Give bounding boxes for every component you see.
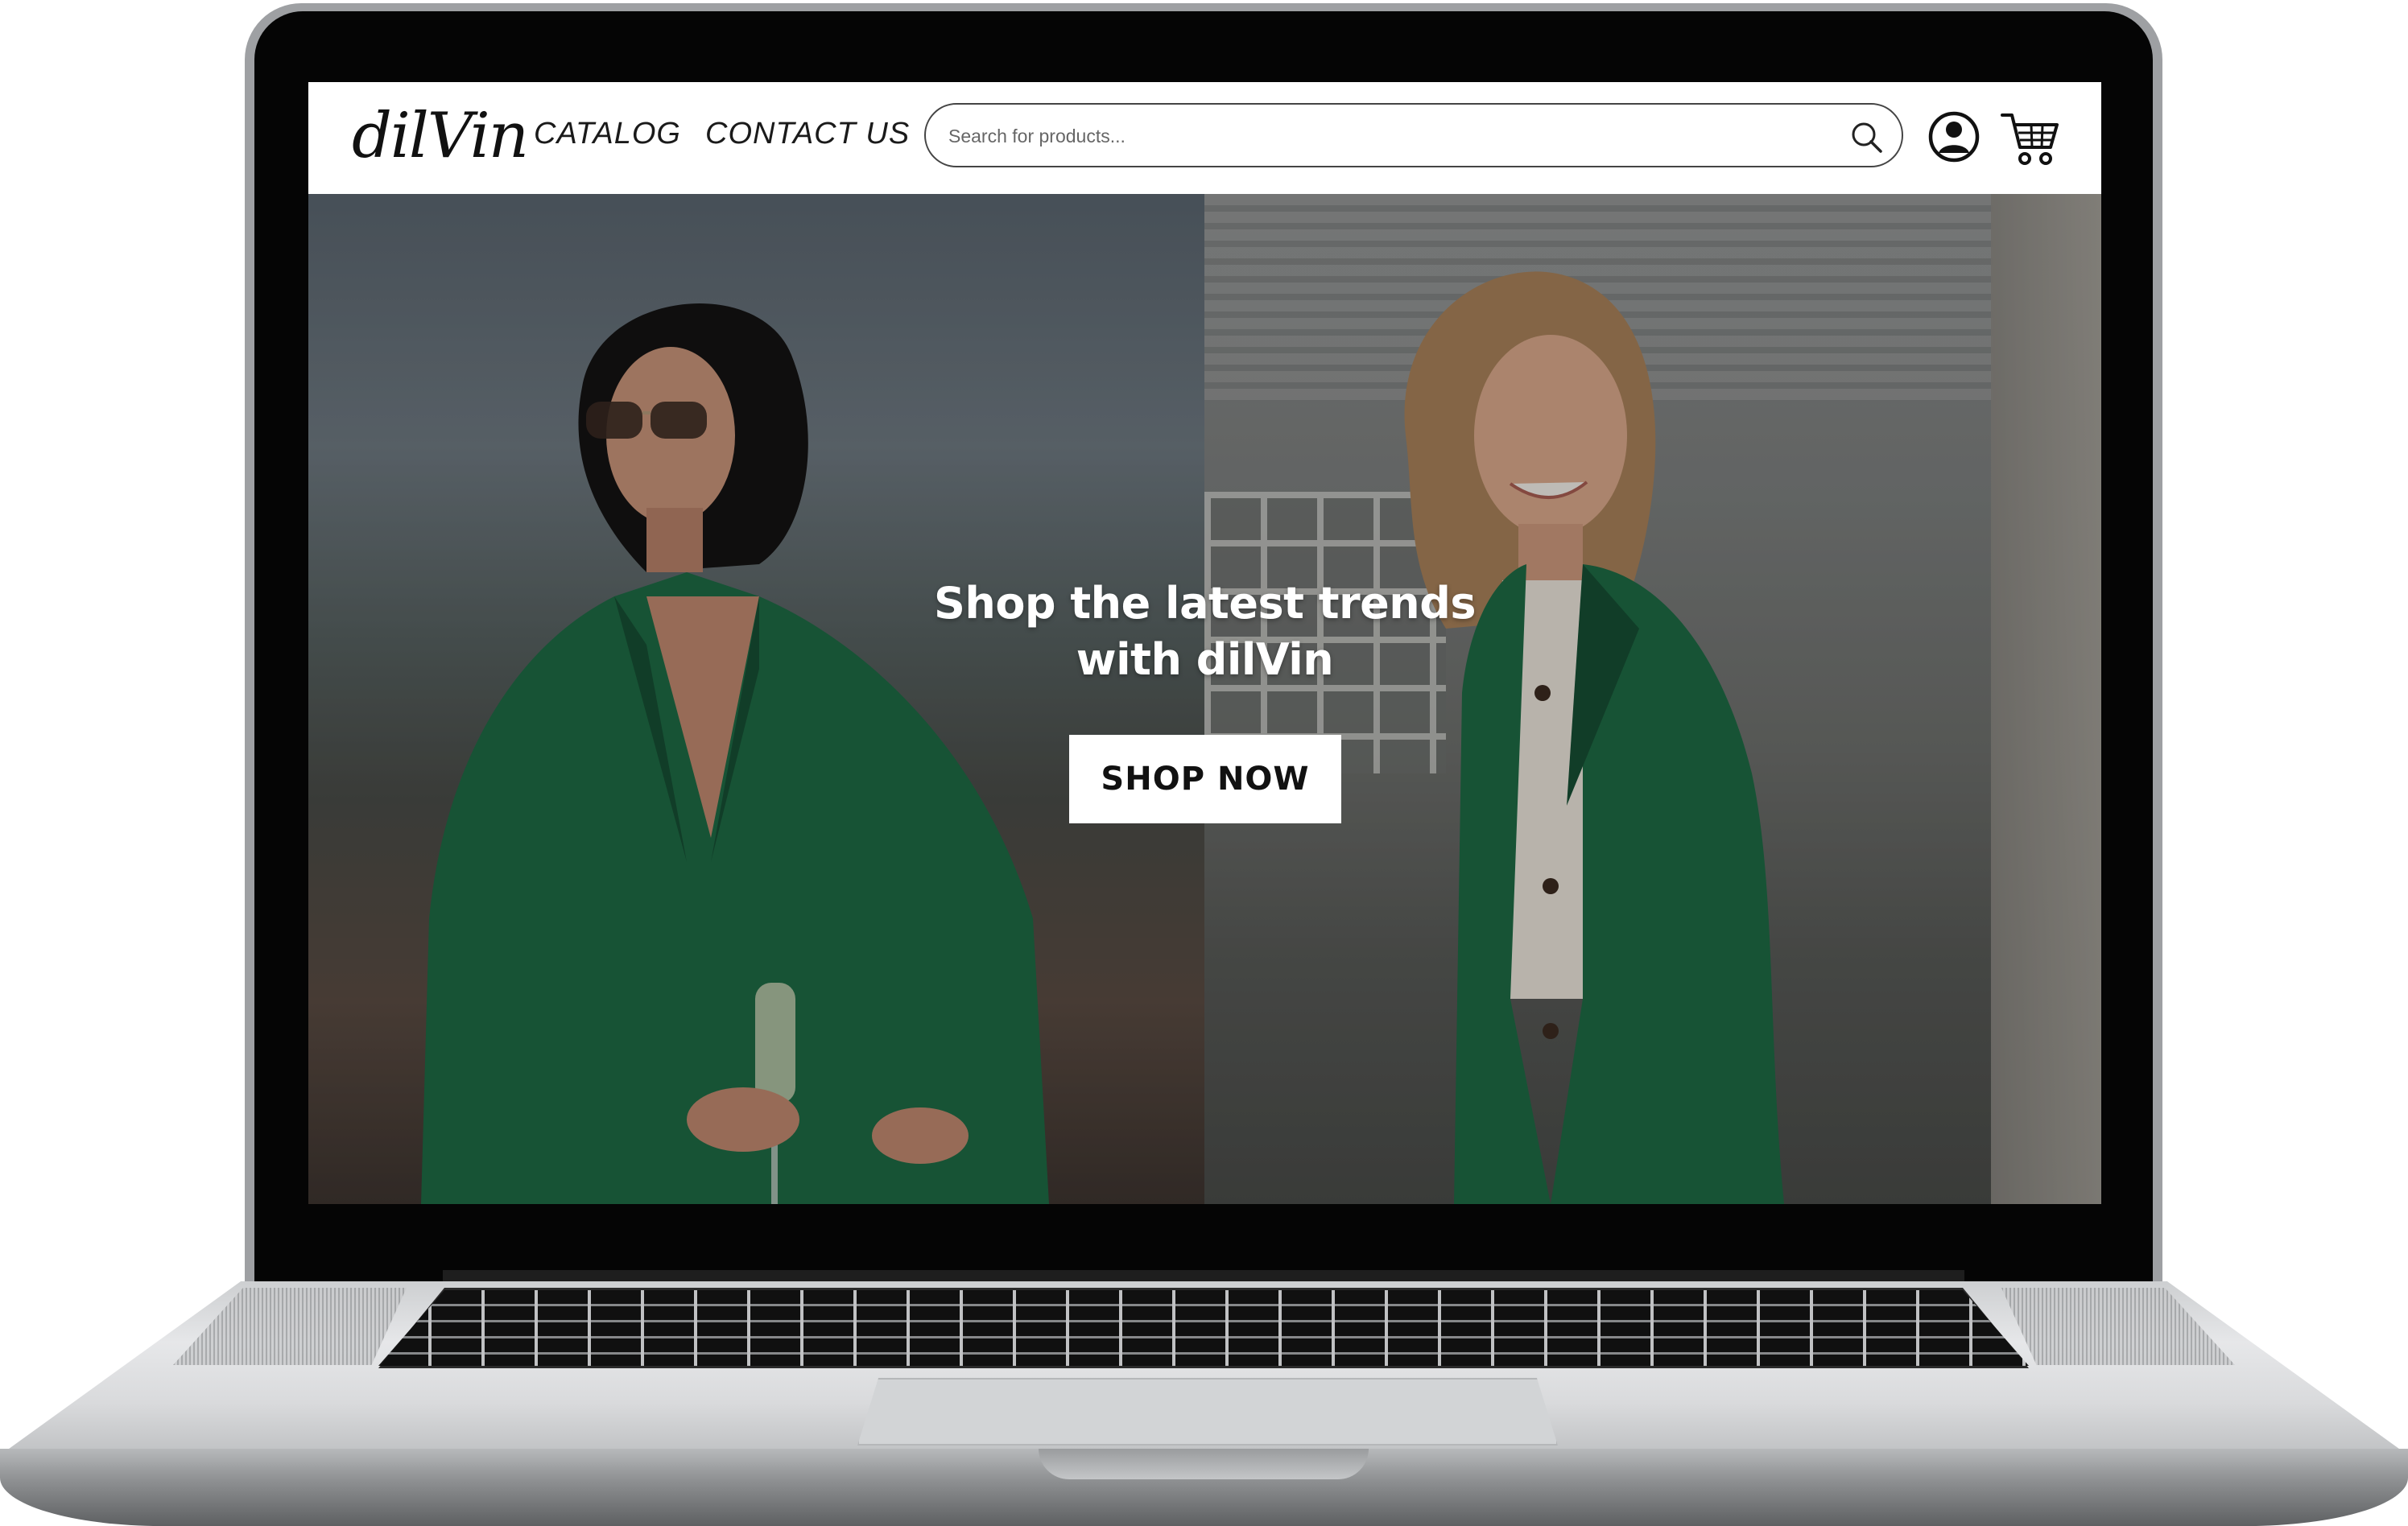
keyboard-keys (378, 1290, 2029, 1366)
hero-headline-line1: Shop the latest trends (933, 578, 1477, 629)
hero-overlay (308, 194, 2101, 1204)
search-bar[interactable] (924, 103, 1903, 167)
user-circle-icon[interactable] (1927, 109, 1981, 165)
speaker-grille-left (173, 1288, 407, 1365)
site-header: dilVin CATALOG CONTACT US (308, 82, 2101, 194)
hero-headline: Shop the latest trends with dilVin (308, 575, 2101, 688)
nav-catalog[interactable]: CATALOG (534, 117, 681, 151)
search-icon[interactable] (1848, 119, 1884, 155)
speaker-grille-right (2001, 1288, 2235, 1365)
nav-contact-us[interactable]: CONTACT US (705, 117, 910, 151)
laptop-trackpad (857, 1378, 1558, 1446)
hero-headline-line2: with dilVin (1076, 634, 1334, 685)
shop-now-button[interactable]: SHOP NOW (1069, 735, 1341, 823)
cart-icon[interactable] (2001, 109, 2060, 167)
hero-banner: Shop the latest trends with dilVin SHOP … (308, 194, 2101, 1204)
site-logo[interactable]: dilVin (352, 100, 529, 172)
browser-viewport: dilVin CATALOG CONTACT US Search for pro… (308, 82, 2101, 1204)
search-input[interactable] (947, 121, 1819, 151)
laptop-opening-notch (1039, 1449, 1369, 1479)
